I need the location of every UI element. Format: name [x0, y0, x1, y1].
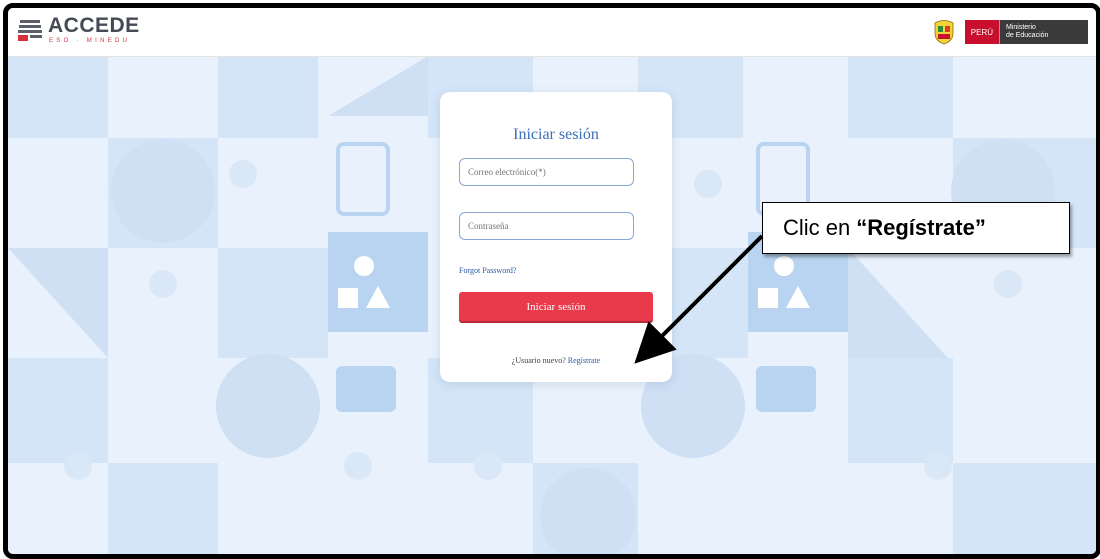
arrow-icon	[634, 234, 764, 364]
screenshot-frame: ACCEDE ESO · MINEDU PERÚ Ministerio de E…	[3, 3, 1100, 559]
